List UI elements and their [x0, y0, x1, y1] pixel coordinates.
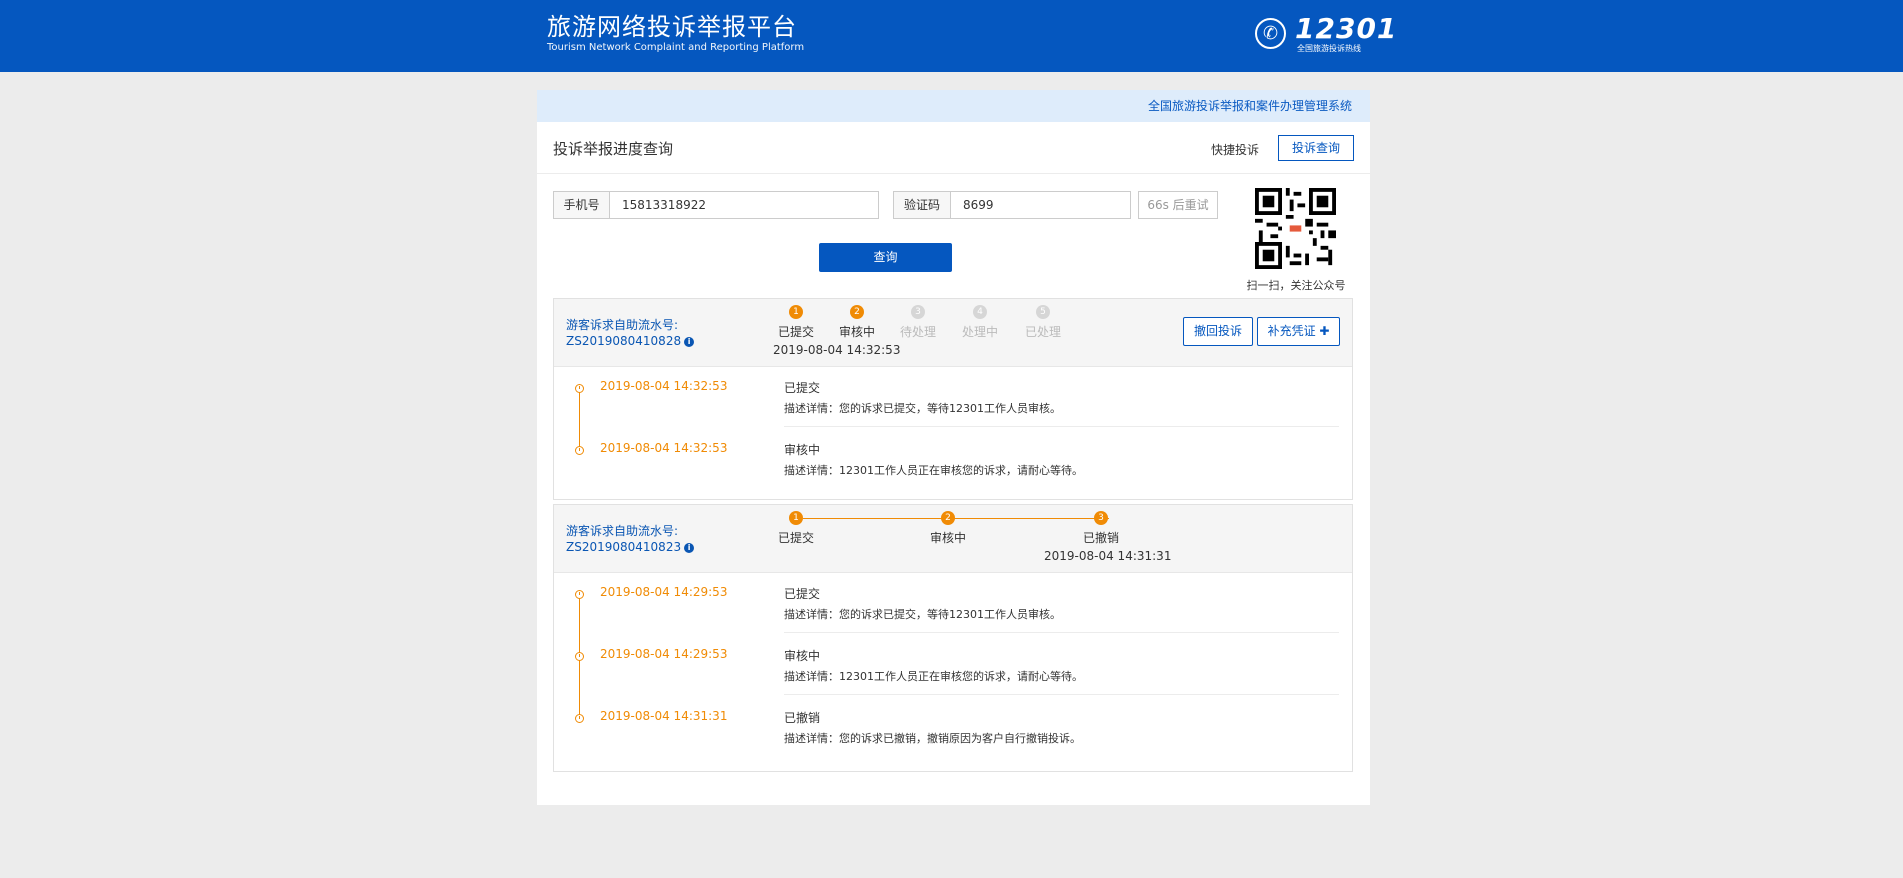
log-status: 已提交 — [784, 587, 821, 601]
phone-input[interactable]: 15813318922 — [622, 192, 706, 218]
log-time: 2019-08-04 14:32:53 — [600, 379, 728, 393]
progress-step: 5 已处理 — [1018, 305, 1068, 340]
page-title-bar: 投诉举报进度查询 快捷投诉 投诉查询 — [537, 122, 1370, 174]
hotline-number: 12301 — [1295, 12, 1398, 45]
step-number: 3 — [1094, 511, 1108, 525]
log-description: 描述详情：您的诉求已提交，等待12301工作人员审核。 — [784, 608, 1061, 621]
platform-title-en: Tourism Network Complaint and Reporting … — [547, 42, 805, 53]
progress-step: 1 已提交 — [771, 511, 821, 546]
main-panel: 全国旅游投诉举报和案件办理管理系统 投诉举报进度查询 快捷投诉 投诉查询 手机号… — [537, 90, 1370, 805]
step-number: 3 — [911, 305, 925, 319]
progress-step: 3 待处理 — [893, 305, 943, 340]
platform-title: 旅游网络投诉举报平台 Tourism Network Complaint and… — [547, 12, 804, 54]
step-number: 2 — [850, 305, 864, 319]
log-description: 描述详情：您的诉求已撤销，撤销原因为客户自行撤销投诉。 — [784, 732, 1081, 745]
clock-icon — [575, 714, 584, 723]
serial-number[interactable]: ZS2019080410823 i — [566, 540, 695, 554]
log-status: 审核中 — [784, 443, 821, 457]
withdraw-complaint-button[interactable]: 撤回投诉 — [1183, 317, 1253, 346]
progress-step: 4 处理中 — [955, 305, 1005, 340]
supplement-evidence-button[interactable]: 补充凭证 ✚ — [1257, 317, 1340, 346]
progress-step: 1 已提交 — [771, 305, 821, 340]
step-number: 2 — [941, 511, 955, 525]
step-number: 5 — [1036, 305, 1050, 319]
log-divider — [784, 694, 1339, 695]
code-input[interactable]: 8699 — [963, 192, 994, 218]
qr-code-icon — [1255, 188, 1336, 269]
case-header: 游客诉求自助流水号: ZS2019080410823 i 1 已提交 2 审核中 … — [554, 505, 1352, 573]
log-status: 审核中 — [784, 649, 821, 663]
current-step-time: 2019-08-04 14:32:53 — [773, 343, 901, 357]
platform-title-cn: 旅游网络投诉举报平台 — [547, 13, 797, 41]
log-status: 已提交 — [784, 381, 821, 395]
verification-field[interactable]: 验证码 8699 — [893, 191, 1131, 219]
clock-icon — [575, 652, 584, 661]
case-card: 游客诉求自助流水号: ZS2019080410823 i 1 已提交 2 审核中 … — [553, 504, 1353, 772]
step-label: 已提交 — [777, 325, 814, 339]
progress-step: 2 审核中 — [923, 511, 973, 546]
clock-icon — [575, 384, 584, 393]
serial-number-text[interactable]: ZS2019080410823 — [566, 540, 681, 554]
log-time: 2019-08-04 14:29:53 — [600, 647, 728, 661]
log-status: 已撤销 — [784, 711, 821, 725]
current-step-time: 2019-08-04 14:31:31 — [1044, 549, 1172, 563]
timeline-line — [579, 388, 580, 450]
system-name-bar: 全国旅游投诉举报和案件办理管理系统 — [537, 90, 1370, 122]
step-number: 1 — [789, 305, 803, 319]
log-description: 描述详情：12301工作人员正在审核您的诉求，请耐心等待。 — [784, 464, 1083, 477]
log-description: 描述详情：您的诉求已提交，等待12301工作人员审核。 — [784, 402, 1061, 415]
case-header: 游客诉求自助流水号: ZS2019080410828 i 1 已提交 2 审核中 … — [554, 299, 1352, 367]
step-label: 已处理 — [1024, 325, 1061, 339]
resend-code-button[interactable]: 66s 后重试 — [1138, 191, 1218, 219]
serial-number-text[interactable]: ZS2019080410828 — [566, 334, 681, 348]
system-name-link[interactable]: 全国旅游投诉举报和案件办理管理系统 — [1148, 99, 1352, 113]
step-label: 处理中 — [961, 325, 998, 339]
log-time: 2019-08-04 14:29:53 — [600, 585, 728, 599]
clock-icon — [575, 446, 584, 455]
clock-icon — [575, 590, 584, 599]
progress-step: 3 已撤销 — [1076, 511, 1126, 546]
hotline-subtitle: 全国旅游投诉热线 — [1297, 44, 1361, 53]
progress-step: 2 审核中 — [832, 305, 882, 340]
qr-caption: 扫一扫，关注公众号 — [1246, 279, 1346, 292]
step-label: 已提交 — [777, 531, 814, 545]
serial-number[interactable]: ZS2019080410828 i — [566, 334, 695, 348]
serial-label: 游客诉求自助流水号: — [566, 524, 679, 538]
phone-field[interactable]: 手机号 15813318922 — [553, 191, 879, 219]
info-icon[interactable]: i — [684, 337, 695, 347]
top-header: 旅游网络投诉举报平台 Tourism Network Complaint and… — [0, 0, 1903, 72]
step-label: 审核中 — [838, 325, 875, 339]
code-label: 验证码 — [894, 192, 951, 218]
log-time: 2019-08-04 14:31:31 — [600, 709, 728, 723]
phone-label: 手机号 — [554, 192, 610, 218]
log-description: 描述详情：12301工作人员正在审核您的诉求，请耐心等待。 — [784, 670, 1083, 683]
step-label: 待处理 — [899, 325, 936, 339]
page-title: 投诉举报进度查询 — [553, 140, 674, 158]
log-divider — [784, 632, 1339, 633]
complaint-query-tab[interactable]: 投诉查询 — [1278, 135, 1354, 161]
log-divider — [784, 426, 1339, 427]
case-card: 游客诉求自助流水号: ZS2019080410828 i 1 已提交 2 审核中 … — [553, 298, 1353, 500]
step-number: 1 — [789, 511, 803, 525]
quick-complaint-link[interactable]: 快捷投诉 — [1211, 141, 1259, 158]
log-time: 2019-08-04 14:32:53 — [600, 441, 728, 455]
info-icon[interactable]: i — [684, 543, 695, 553]
phone-icon: ✆ — [1255, 18, 1286, 49]
step-label: 审核中 — [929, 531, 966, 545]
serial-label: 游客诉求自助流水号: — [566, 318, 679, 332]
step-number: 4 — [973, 305, 987, 319]
search-button[interactable]: 查询 — [819, 243, 952, 272]
step-label: 已撤销 — [1082, 531, 1119, 545]
